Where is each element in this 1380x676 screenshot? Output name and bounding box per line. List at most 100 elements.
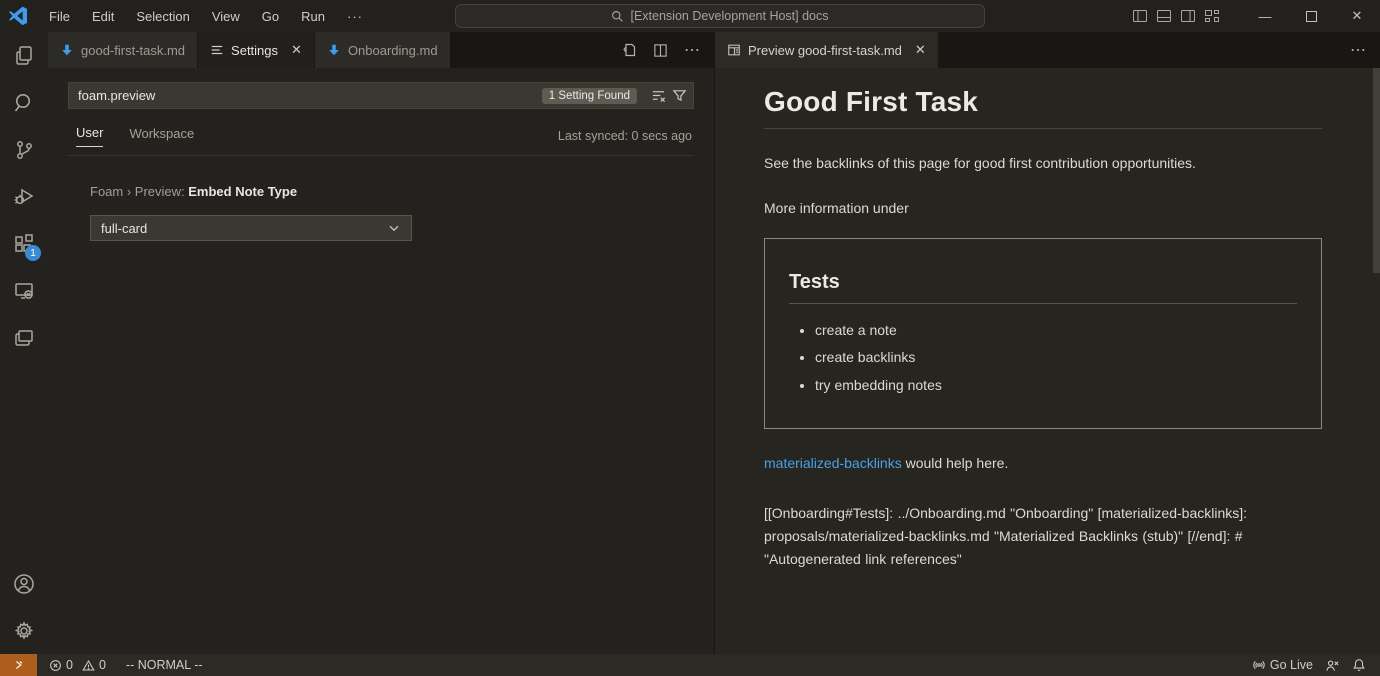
maximize-button[interactable] — [1288, 0, 1334, 32]
title-divider — [764, 128, 1322, 129]
search-icon — [611, 10, 624, 23]
problems-indicator[interactable]: 0 0 — [43, 658, 112, 672]
setting-category: Foam › Preview: — [90, 184, 188, 199]
run-debug-icon[interactable] — [0, 173, 48, 220]
extensions-icon[interactable]: 1 — [0, 220, 48, 267]
command-center-search[interactable]: [Extension Development Host] docs — [455, 4, 985, 28]
windows-icon[interactable] — [0, 314, 48, 361]
toggle-secondary-sidebar-icon[interactable] — [1180, 8, 1196, 24]
source-control-icon[interactable] — [0, 126, 48, 173]
card-task-list: create a note create backlinks try embed… — [815, 320, 1297, 395]
menu-overflow-button[interactable]: ··· — [338, 6, 372, 27]
menu-selection[interactable]: Selection — [127, 6, 198, 27]
status-bar: 0 0 -- NORMAL -- Go Live — [0, 654, 1380, 676]
embedded-note-card: Tests create a note create backlinks try… — [764, 238, 1322, 429]
preview-scrollbar[interactable] — [1373, 68, 1380, 273]
minimize-button[interactable]: — — [1242, 0, 1288, 32]
feedback-button[interactable] — [1319, 658, 1346, 673]
tab-preview-good-first-task[interactable]: Preview good-first-task.md ✕ — [715, 32, 939, 68]
tab-close-icon[interactable]: ✕ — [915, 42, 926, 58]
settings-search-value: foam.preview — [78, 88, 542, 103]
materialized-backlinks-link[interactable]: materialized-backlinks — [764, 455, 902, 471]
clear-filters-icon[interactable] — [651, 88, 666, 103]
filter-funnel-icon[interactable] — [672, 88, 687, 103]
settings-editor: foam.preview 1 Setting Found User Worksp… — [48, 68, 714, 654]
scope-tab-user[interactable]: User — [76, 125, 103, 147]
title-bar: File Edit Selection View Go Run ··· ← → … — [0, 0, 1380, 32]
setting-name: Embed Note Type — [188, 184, 297, 199]
scope-tab-workspace[interactable]: Workspace — [129, 126, 194, 147]
toggle-panel-icon[interactable] — [1156, 8, 1172, 24]
menu-run[interactable]: Run — [292, 6, 334, 27]
go-live-button[interactable]: Go Live — [1246, 658, 1319, 672]
open-settings-json-icon[interactable] — [621, 42, 637, 58]
command-center-label: [Extension Development Host] docs — [630, 9, 828, 23]
vscode-logo-icon — [8, 6, 28, 26]
error-icon — [49, 659, 62, 672]
setting-item-embed-note-type: Foam › Preview: Embed Note Type full-car… — [90, 184, 694, 241]
toggle-primary-sidebar-icon[interactable] — [1132, 8, 1148, 24]
tab-onboarding[interactable]: Onboarding.md — [315, 32, 451, 68]
editor-group-right: Preview good-first-task.md ✕ ⋯ Good Firs… — [715, 32, 1380, 654]
tab-good-first-task[interactable]: good-first-task.md — [48, 32, 198, 68]
markdown-file-icon — [327, 43, 341, 57]
manage-gear-icon[interactable] — [0, 607, 48, 654]
menu-go[interactable]: Go — [253, 6, 288, 27]
close-window-button[interactable]: ✕ — [1334, 0, 1380, 32]
split-editor-icon[interactable] — [653, 43, 668, 58]
markdown-file-icon — [60, 43, 74, 57]
vim-mode-indicator[interactable]: -- NORMAL -- — [120, 658, 209, 672]
link-suffix-text: would help here. — [902, 455, 1009, 471]
list-item: create a note — [815, 320, 1297, 340]
activity-bar: 1 — [0, 32, 48, 654]
account-icon[interactable] — [0, 560, 48, 607]
dropdown-value: full-card — [101, 221, 387, 236]
menu-file[interactable]: File — [40, 6, 79, 27]
customize-layout-icon[interactable] — [1204, 8, 1220, 24]
settings-search-input[interactable]: foam.preview 1 Setting Found — [68, 82, 694, 109]
editor-group-left: good-first-task.md Settings ✕ Onboarding… — [48, 32, 715, 654]
person-feedback-icon — [1325, 658, 1340, 673]
explorer-icon[interactable] — [0, 32, 48, 79]
error-count: 0 — [66, 658, 73, 672]
list-item: try embedding notes — [815, 375, 1297, 395]
settings-found-badge: 1 Setting Found — [542, 88, 637, 104]
remote-indicator[interactable] — [0, 654, 37, 676]
vscode-window: File Edit Selection View Go Run ··· ← → … — [0, 0, 1380, 676]
preview-paragraph-2: More information under — [764, 198, 1322, 219]
tab-settings[interactable]: Settings ✕ — [198, 32, 315, 68]
settings-scope-tabs: User Workspace Last synced: 0 secs ago — [68, 125, 694, 156]
preview-title: Good First Task — [764, 86, 1322, 118]
warning-icon — [82, 659, 95, 672]
settings-editor-icon — [210, 43, 224, 57]
search-view-icon[interactable] — [0, 79, 48, 126]
card-heading: Tests — [789, 271, 1297, 294]
go-live-label: Go Live — [1270, 658, 1313, 672]
tab-label: Preview good-first-task.md — [748, 43, 902, 58]
extensions-badge: 1 — [25, 245, 41, 261]
card-heading-divider — [789, 303, 1297, 304]
remote-explorer-icon[interactable] — [0, 267, 48, 314]
tab-label: Settings — [231, 43, 278, 58]
more-actions-icon[interactable]: ⋯ — [1350, 40, 1366, 60]
markdown-preview-icon — [727, 43, 741, 57]
tab-label: good-first-task.md — [81, 43, 185, 58]
tabbar-right: Preview good-first-task.md ✕ ⋯ — [715, 32, 1380, 68]
tab-close-icon[interactable]: ✕ — [291, 42, 302, 58]
warning-count: 0 — [99, 658, 106, 672]
backlinks-paragraph: materialized-backlinks would help here. — [764, 453, 1322, 474]
remote-icon — [12, 658, 26, 672]
last-synced-label: Last synced: 0 secs ago — [558, 129, 692, 143]
menu-view[interactable]: View — [203, 6, 249, 27]
notifications-bell[interactable] — [1346, 658, 1372, 672]
chevron-down-icon — [387, 221, 401, 235]
embed-note-type-dropdown[interactable]: full-card — [90, 215, 412, 241]
broadcast-icon — [1252, 658, 1266, 672]
bell-icon — [1352, 658, 1366, 672]
menu-edit[interactable]: Edit — [83, 6, 123, 27]
markdown-preview: Good First Task See the backlinks of thi… — [715, 68, 1380, 654]
tab-label: Onboarding.md — [348, 43, 438, 58]
link-references-paragraph: [[Onboarding#Tests]: ../Onboarding.md "O… — [764, 502, 1322, 571]
more-actions-icon[interactable]: ⋯ — [684, 40, 700, 60]
vim-mode-label: -- NORMAL -- — [126, 658, 203, 672]
